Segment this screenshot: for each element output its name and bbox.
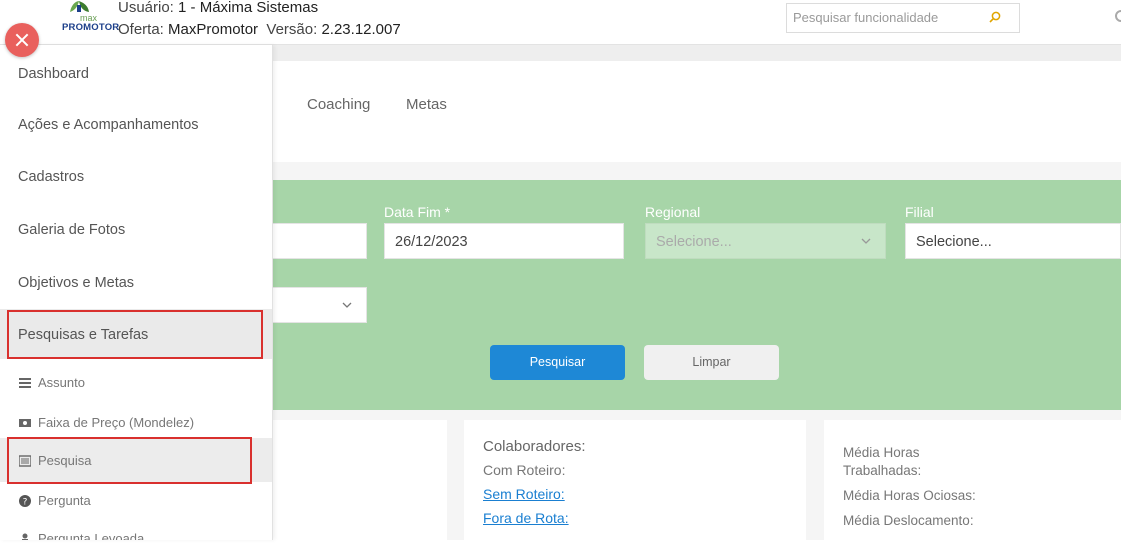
chevron-down-icon [342,302,352,308]
submenu-item-pergunta-levoada[interactable]: Pergunta Levoada [0,531,272,540]
date-end-input[interactable]: 26/12/2023 [384,223,624,259]
summary-card-left [262,420,447,550]
avg-travel-label: Média Deslocamento: [843,513,974,528]
submenu-item-assunto[interactable]: Assunto [0,375,272,393]
sidebar-item-acoes[interactable]: Ações e Acompanhamentos [0,99,272,151]
sidebar-item-cadastros[interactable]: Cadastros [0,151,272,203]
offer-value: MaxPromotor [168,21,259,38]
regional-placeholder: Selecione... [656,234,732,250]
logo-brand-text: PROMOTOR [62,22,120,33]
settings-gear-icon[interactable] [1111,8,1121,24]
collaborators-title: Colaboradores: [483,438,586,455]
sidebar-item-label: Objetivos e Metas [18,275,135,291]
filial-select[interactable]: Selecione... [905,223,1121,259]
with-route-label: Com Roteiro: [483,462,566,478]
submenu-item-faixa-preco[interactable]: Faixa de Preço (Mondelez) [0,415,272,433]
feature-search [786,3,1020,33]
regional-select[interactable]: Selecione... [645,223,886,259]
person-icon [22,533,28,540]
tab-metas[interactable]: Metas [406,96,447,113]
sidebar-item-label: Ações e Acompanhamentos [18,117,199,133]
submenu-item-pergunta[interactable]: ? Pergunta [0,493,272,511]
highlight-pesquisa [7,437,252,484]
user-info: Usuário: 1 - Máxima Sistemas [118,0,318,16]
close-menu-button[interactable] [5,23,39,57]
offer-info: Oferta: MaxPromotor Versão: 2.23.12.007 [118,21,401,38]
search-icon[interactable] [987,10,1003,26]
submenu-item-label: Assunto [38,375,85,390]
filial-label: Filial [905,204,934,220]
avg-idle-hours-label: Média Horas Ociosas: [843,488,976,503]
secondary-select[interactable] [262,287,367,323]
sidebar-item-galeria[interactable]: Galeria de Fotos [0,204,272,256]
date-end-label: Data Fim * [384,204,451,220]
sidebar-item-label: Cadastros [18,169,85,185]
svg-text:?: ? [23,498,28,508]
money-icon [19,419,31,427]
submenu-item-label: Pergunta Levoada [38,531,145,540]
off-route-link[interactable]: Fora de Rota: [483,510,569,526]
collaborators-card: Colaboradores: Com Roteiro: Sem Roteiro:… [464,420,806,550]
tab-coaching[interactable]: Coaching [307,96,370,113]
version-value: 2.23.12.007 [321,21,401,38]
clear-button[interactable]: Limpar [644,345,779,380]
list-icon [19,378,31,388]
offer-label: Oferta: [118,21,164,38]
hours-card: Média Horas Trabalhadas: Média Horas Oci… [824,420,1121,550]
highlight-pesquisas-tarefas [7,310,263,359]
date-start-input[interactable] [262,223,367,259]
top-header: max PROMOTOR Usuário: 1 - Máxima Sistema… [0,0,1121,45]
version-label: Versão: [266,21,318,38]
submenu-item-label: Faixa de Preço (Mondelez) [38,415,195,430]
sidebar-item-label: Galeria de Fotos [18,222,126,238]
user-label: Usuário: [118,0,174,16]
user-value: 1 - Máxima Sistemas [178,0,319,16]
logo-leaf-icon [70,1,89,12]
sidebar-item-label: Dashboard [18,66,89,82]
avg-hours-worked-label-1: Média Horas [843,445,920,460]
submenu-item-label: Pergunta [38,493,91,508]
without-route-link[interactable]: Sem Roteiro: [483,486,565,502]
sidebar-item-dashboard[interactable]: Dashboard [0,45,272,97]
search-button[interactable]: Pesquisar [490,345,625,380]
sidebar-item-objetivos[interactable]: Objetivos e Metas [0,257,272,309]
regional-label: Regional [645,204,701,220]
avg-hours-worked-label-2: Trabalhadas: [843,463,922,478]
chevron-down-icon [861,238,871,244]
feature-search-input[interactable] [787,4,983,30]
question-icon: ? [19,495,31,507]
